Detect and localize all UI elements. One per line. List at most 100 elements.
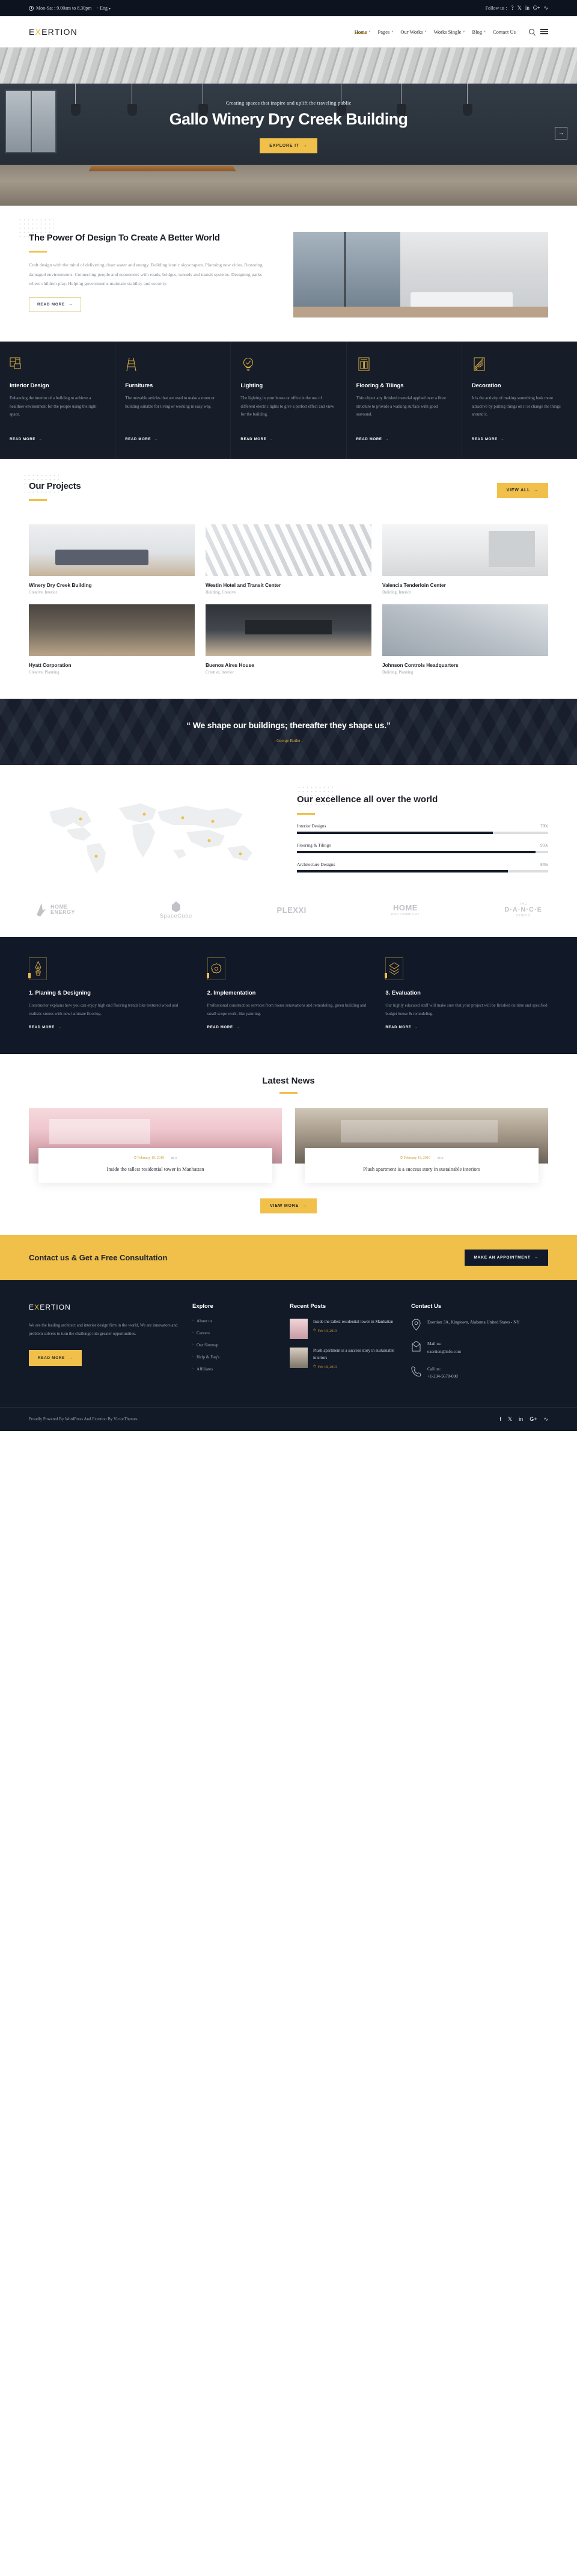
tiles-icon: [358, 357, 370, 371]
twitter-icon[interactable]: 𝕏: [508, 1416, 512, 1423]
location-pin-icon: [412, 1319, 421, 1331]
service-read-more-link[interactable]: READ MORE →: [240, 438, 273, 441]
chevron-right-icon: ›: [192, 1367, 194, 1371]
news-card[interactable]: ⏱ February 18, 2019 ✉ 0 Plush apartment …: [295, 1108, 548, 1183]
project-card[interactable]: Winery Dry Creek Building Creative, Inte…: [29, 524, 195, 595]
nav-item-blog[interactable]: Blog ▾: [472, 29, 486, 35]
footer-about-text: We are the leading architect and interio…: [29, 1323, 178, 1337]
nav-item-works-single[interactable]: Works Single ▾: [434, 29, 465, 35]
site-logo[interactable]: EXERTION: [29, 27, 78, 37]
nav-item-pages[interactable]: Pages ▾: [378, 29, 394, 35]
nav-item-home[interactable]: Home ▾: [354, 28, 371, 35]
footer-read-more-button[interactable]: READ MORE →: [29, 1350, 82, 1367]
business-hours-text: Mon-Sat : 9.00am to 8.30pm: [36, 5, 92, 11]
news-view-more-button[interactable]: VIEW MORE →: [260, 1198, 317, 1214]
footer-recent-post[interactable]: Inside the tallest residential tower in …: [290, 1319, 398, 1340]
skill-bar-architecture-designs: Architecture Designs 84%: [297, 862, 548, 872]
footer-link-about-us[interactable]: › About us: [192, 1319, 276, 1323]
arrow-right-icon: →: [534, 1256, 539, 1260]
linkedin-icon[interactable]: in: [525, 5, 530, 11]
nav-item-our-works[interactable]: Our Works ▾: [400, 29, 426, 35]
service-title: Flooring & Tilings: [356, 382, 404, 389]
project-card[interactable]: Westin Hotel and Transit Center Building…: [206, 524, 371, 595]
footer-link-affiliates[interactable]: › Affiliates: [192, 1367, 276, 1372]
project-card[interactable]: Johnson Controls Headquarters Building, …: [382, 604, 548, 675]
linkedin-icon[interactable]: in: [519, 1416, 523, 1423]
floorplan-icon: [10, 357, 21, 369]
service-card-lighting[interactable]: Lighting The lighting in your house or o…: [231, 342, 347, 459]
arrow-right-icon: →: [414, 1025, 419, 1029]
project-card[interactable]: Valencia Tenderloin Center Building, Int…: [382, 524, 548, 595]
brand-home-and-comfort[interactable]: HOME AND COMFORT: [391, 904, 420, 916]
chevron-down-icon: ▾: [483, 30, 486, 34]
service-title: Decoration: [471, 382, 501, 389]
follow-us-label: Follow us :: [485, 5, 507, 11]
contact-mail-value[interactable]: exertion@info.com: [427, 1348, 461, 1356]
contact-phone-value[interactable]: +1-234-5678-000: [427, 1373, 458, 1381]
project-card[interactable]: Hyatt Corporation Creative, Planning: [29, 604, 195, 675]
skill-fill: [297, 869, 508, 872]
service-read-more-link[interactable]: READ MORE →: [356, 438, 389, 441]
chevron-down-icon: ▾: [424, 30, 427, 34]
footer-link-our-sitemap[interactable]: › Our Sitemap: [192, 1343, 276, 1348]
service-card-decoration[interactable]: Decoration It is the activity of making …: [462, 342, 577, 459]
step-read-more-link[interactable]: READ MORE →: [207, 1026, 240, 1029]
phone-icon: [411, 1366, 421, 1376]
social-links[interactable]: ? 𝕏 in G+ ∿: [511, 5, 548, 11]
recent-post-title: Plush apartment is a success story in su…: [313, 1348, 395, 1361]
hamburger-menu-icon[interactable]: [540, 29, 548, 34]
cta-appointment-button[interactable]: MAKE AN APPOINTMENT →: [464, 1250, 548, 1266]
brand-home-energy[interactable]: HOME ENERGY: [35, 902, 75, 918]
service-read-more-link[interactable]: READ MORE →: [472, 438, 505, 441]
hero-next-slide-button[interactable]: →: [555, 127, 567, 140]
service-read-more-link[interactable]: READ MORE →: [125, 438, 158, 441]
hero-explore-button[interactable]: EXPLORE IT →: [260, 138, 317, 153]
project-card[interactable]: Buenos Aires House Creative, Interior: [206, 604, 371, 675]
google-plus-icon[interactable]: G+: [530, 1416, 537, 1423]
rss-icon[interactable]: ∿: [543, 1416, 548, 1423]
facebook-icon[interactable]: f: [499, 1416, 501, 1423]
projects-view-all-button[interactable]: VIEW ALL →: [496, 483, 548, 498]
cta-title: Contact us & Get a Free Consultation: [29, 1253, 168, 1263]
service-card-flooring-tilings[interactable]: Flooring & Tilings Thin object any finis…: [347, 342, 462, 459]
step-read-more-link[interactable]: READ MORE →: [385, 1026, 418, 1029]
brand-the-dance-studio[interactable]: -- THE -- D·A·N·C·E STUDIO: [504, 903, 542, 918]
rss-icon[interactable]: ∿: [543, 5, 548, 11]
facebook-icon[interactable]: ?: [511, 5, 514, 11]
hero-title: Gallo Winery Dry Creek Building: [169, 110, 408, 128]
news-meta: ⏱ February 19, 2019 ✉ 0: [47, 1156, 264, 1161]
google-plus-icon[interactable]: G+: [533, 5, 540, 11]
nav-item-contact-us[interactable]: Contact Us: [493, 29, 516, 35]
step-card-implementation: 2. Implementation Professional construct…: [206, 957, 370, 1031]
accent-rule: [29, 499, 47, 501]
news-card[interactable]: ⏱ February 19, 2019 ✉ 0 Inside the talle…: [29, 1108, 282, 1183]
service-read-more-link[interactable]: READ MORE →: [10, 438, 43, 441]
language-selector[interactable]: · Eng ▾: [97, 5, 111, 11]
project-categories: Building, Planning: [382, 670, 414, 675]
brand-spacecube[interactable]: SpaceCube: [160, 901, 192, 919]
search-icon[interactable]: [529, 29, 534, 34]
arrow-right-icon: →: [269, 438, 274, 441]
footer-link-careers[interactable]: › Careers: [192, 1331, 276, 1336]
news-date: ⏱ February 18, 2019: [400, 1156, 430, 1160]
project-image: [206, 524, 371, 577]
project-title: Winery Dry Creek Building: [29, 582, 92, 589]
quote-section: “ We shape our buildings; thereafter the…: [0, 699, 577, 765]
step-title: 3. Evaluation: [385, 990, 421, 997]
footer-link-help-faqs[interactable]: › Help & Faq's: [192, 1355, 276, 1360]
cta-banner: Contact us & Get a Free Consultation MAK…: [0, 1235, 577, 1281]
footer-logo[interactable]: EXERTION: [29, 1303, 179, 1311]
service-card-furnitures[interactable]: Furnitures The movable articles that are…: [115, 342, 231, 459]
footer-recent-post[interactable]: Plush apartment is a success story in su…: [290, 1348, 398, 1369]
footer-explore-title: Explore: [192, 1303, 213, 1310]
twitter-icon[interactable]: 𝕏: [517, 5, 522, 11]
skill-bar-flooring-tilings: Flooring & Tilings 95%: [297, 842, 548, 853]
skill-fill: [297, 850, 536, 853]
service-title: Interior Design: [10, 382, 49, 389]
site-header: EXERTION Home ▾ Pages ▾ Our Works ▾ Works S…: [0, 16, 577, 48]
step-read-more-link[interactable]: READ MORE →: [29, 1026, 62, 1029]
power-read-more-button[interactable]: READ MORE →: [29, 297, 82, 313]
step-icon-frame: [206, 957, 225, 981]
service-card-interior-design[interactable]: Interior Design Enhancing the interior o…: [0, 342, 116, 459]
brand-plexxi[interactable]: PLEXXI: [276, 906, 306, 915]
